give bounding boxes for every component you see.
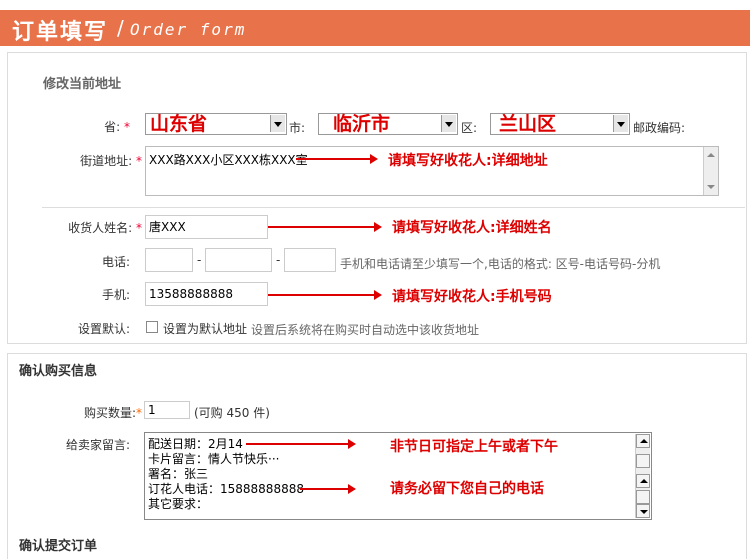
date-arrow: [246, 439, 356, 449]
address-section-title: 修改当前地址: [43, 77, 122, 92]
mobile-label: 手机:: [101, 288, 130, 302]
phone-dash-1: -: [197, 253, 202, 267]
scroll-up-icon: [640, 439, 648, 443]
default-label: 设置默认:: [77, 322, 130, 336]
phone-number-input[interactable]: [205, 248, 272, 272]
message-line: 卡片留言：情人节快乐···: [148, 452, 280, 466]
page-header: [0, 10, 750, 46]
divider: [42, 207, 745, 208]
city-select[interactable]: 临沂市: [318, 113, 458, 135]
message-label: 给卖家留言:: [65, 438, 130, 452]
city-label: 市:: [289, 121, 306, 135]
district-value: 兰山区: [499, 113, 557, 135]
date-annotation: 非节日可指定上午或者下午: [390, 439, 558, 455]
scroll-down-icon[interactable]: [707, 185, 715, 189]
street-value: XXX路XXX小区XXX栋XXX室: [149, 153, 308, 167]
scroll-up-button[interactable]: [636, 474, 650, 488]
street-scrollbar[interactable]: [703, 147, 718, 195]
phone-area-input[interactable]: [145, 248, 193, 272]
scroll-thumb[interactable]: [636, 454, 650, 468]
default-note: 设置后系统将在购买时自动选中该收货地址: [251, 323, 480, 337]
name-arrow: [268, 222, 382, 232]
scroll-up-button[interactable]: [636, 434, 650, 448]
province-value: 山东省: [150, 113, 208, 135]
phone-ext-input[interactable]: [284, 248, 336, 272]
receiver-name-input[interactable]: 唐XXX: [145, 215, 268, 239]
phone-dash-2: -: [276, 253, 281, 267]
mobile-input[interactable]: 13588888888: [145, 282, 268, 306]
name-annotation: 请填写好收花人:详细姓名: [392, 220, 552, 236]
message-line: 署名：张三: [148, 467, 209, 481]
postcode-label: 邮政编码:: [633, 121, 686, 135]
scroll-down-icon: [640, 510, 648, 514]
scroll-up-icon[interactable]: [707, 153, 715, 157]
receiver-name-label: 收货人姓名: *: [68, 221, 142, 235]
default-checkbox[interactable]: [146, 321, 158, 333]
street-label: 街道地址: *: [80, 154, 142, 168]
phone-annotation: 请务必留下您自己的电话: [390, 481, 544, 497]
city-value: 临沂市: [333, 113, 391, 135]
default-checkbox-label[interactable]: 设置为默认地址: [163, 320, 247, 337]
mobile-arrow: [268, 290, 382, 300]
phone-arrow: [300, 484, 356, 494]
scroll-down-button[interactable]: [636, 504, 650, 518]
purchase-section-title: 确认购买信息: [19, 364, 98, 379]
chevron-down-icon[interactable]: [441, 115, 456, 132]
scroll-up-icon: [640, 479, 648, 483]
street-annotation: 请填写好收花人:详细地址: [388, 153, 548, 169]
message-content: 配送日期：2月14 卡片留言：情人节快乐··· 署名：张三 订花人电话：1588…: [148, 437, 304, 512]
district-label: 区:: [461, 121, 478, 135]
header-slash: /: [117, 16, 124, 40]
quantity-available: (可购 450 件): [194, 406, 270, 420]
header-subtitle: Order form: [130, 20, 247, 39]
street-arrow: [296, 154, 378, 164]
quantity-input[interactable]: 1: [144, 401, 190, 419]
header-title: 订单填写: [12, 20, 109, 45]
chevron-down-icon[interactable]: [270, 115, 285, 132]
district-select[interactable]: 兰山区: [490, 113, 630, 135]
province-label: 省: *: [104, 120, 130, 134]
message-scrollbar[interactable]: [635, 434, 650, 518]
chevron-down-icon[interactable]: [613, 115, 628, 132]
quantity-label: 购买数量:*: [83, 406, 142, 420]
phone-note: 手机和电话请至少填写一个,电话的格式: 区号-电话号码-分机: [340, 257, 661, 271]
province-select[interactable]: 山东省: [145, 113, 287, 135]
message-line: 其它要求：: [148, 497, 209, 511]
mobile-annotation: 请填写好收花人:手机号码: [392, 289, 552, 305]
message-line: 订花人电话：15888888888: [148, 482, 304, 496]
phone-label: 电话:: [101, 255, 130, 269]
scroll-thumb[interactable]: [636, 490, 650, 504]
submit-section-title: 确认提交订单: [19, 539, 98, 554]
